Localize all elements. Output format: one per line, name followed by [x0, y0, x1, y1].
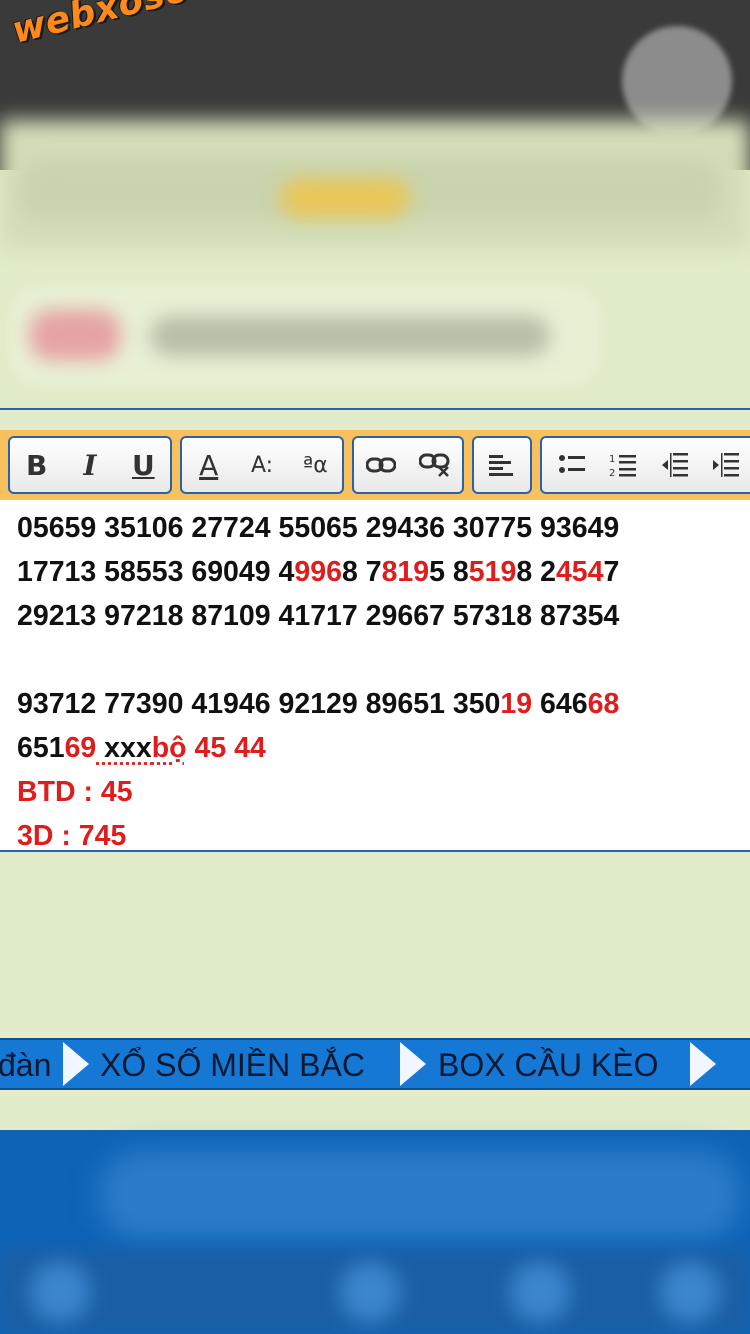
toolbar-group-text-style: B I U — [8, 436, 172, 494]
text-segment: 8 2 — [516, 556, 556, 588]
toolbar-group-align — [472, 436, 532, 494]
svg-text:2: 2 — [609, 468, 615, 478]
highlight-segment: 996 — [294, 556, 342, 588]
toolbar-group-link — [352, 436, 464, 494]
highlight-segment: 819 — [381, 556, 430, 588]
editor-line-5: 93712 77390 41946 92129 89651 35019 6466… — [17, 682, 750, 726]
chevron-right-icon — [63, 1042, 89, 1086]
editor-line-6: 65169 xxxbộ 45 44 — [17, 726, 750, 770]
spellcheck-segment: xxx — [96, 732, 152, 764]
indent-icon[interactable] — [704, 443, 748, 487]
editor-line-btd: BTD : 45 — [17, 776, 133, 808]
italic-icon[interactable]: I — [68, 443, 112, 487]
text-segment: 646 — [532, 688, 588, 720]
tab-icon[interactable] — [510, 1262, 570, 1322]
nav-item-xo-so-mien-bac[interactable]: XỔ SỐ MIỀN BẮC — [100, 1040, 365, 1088]
editor-border — [0, 408, 750, 410]
highlight-segment: 45 44 — [186, 732, 266, 764]
tab-icon[interactable] — [340, 1262, 400, 1322]
chevron-right-icon — [400, 1042, 426, 1086]
underline-icon[interactable]: U — [121, 443, 165, 487]
unlink-icon[interactable] — [413, 443, 457, 487]
chevron-right-icon — [690, 1042, 716, 1086]
blurred-label — [30, 310, 120, 360]
editor-line-3d: 3D : 745 — [17, 820, 127, 852]
toolbar-group-list: 12 — [540, 436, 750, 494]
text-segment: 5 8 — [429, 556, 469, 588]
highlight-segment: 454 — [555, 556, 604, 588]
editor-line-2: 17713 58553 69049 49968 78195 85198 2454… — [17, 550, 750, 594]
align-left-icon[interactable] — [480, 443, 524, 487]
nav-item-partial[interactable]: đàn — [0, 1040, 51, 1088]
editor-line-1: 05659 35106 27724 55065 29436 30775 9364… — [17, 512, 620, 544]
tab-icon[interactable] — [660, 1262, 720, 1322]
highlight-segment: 68 — [587, 688, 620, 720]
editor-blank-line — [17, 638, 750, 682]
font-color-icon[interactable]: A — [187, 443, 231, 487]
nav-item-box-cau-keo[interactable]: BOX CẦU KÈO — [438, 1040, 659, 1088]
svg-text:1: 1 — [609, 454, 615, 465]
font-face-icon[interactable]: ªα — [293, 443, 337, 487]
numbered-list-icon[interactable]: 12 — [601, 443, 645, 487]
text-segment: 93712 77390 41946 92129 89651 350 — [17, 688, 501, 720]
highlight-segment: 519 — [468, 556, 517, 588]
link-icon[interactable] — [359, 443, 403, 487]
bold-icon[interactable]: B — [15, 443, 59, 487]
outdent-icon[interactable] — [653, 443, 697, 487]
toolbar-group-font: A A: ªα — [180, 436, 344, 494]
blurred-username — [150, 316, 550, 356]
spellcheck-segment: bộ — [151, 732, 187, 764]
message-editor[interactable]: 05659 35106 27724 55065 29436 30775 9364… — [0, 500, 750, 852]
editor-line-3: 29213 97218 87109 41717 29667 57318 8735… — [17, 600, 620, 632]
blurred-footer-banner — [100, 1150, 740, 1240]
forum-nav-bar: đàn XỔ SỐ MIỀN BẮC BOX CẦU KÈO — [0, 1038, 750, 1090]
tab-icon[interactable] — [30, 1262, 90, 1322]
text-segment: 7 — [603, 556, 620, 588]
text-segment: 8 7 — [341, 556, 382, 588]
highlight-segment: 69 — [64, 732, 97, 764]
text-segment: 17713 58553 69049 4 — [17, 556, 295, 588]
bullet-list-icon[interactable] — [550, 443, 594, 487]
highlight-segment: 19 — [500, 688, 533, 720]
blurred-highlight — [280, 178, 410, 218]
font-size-icon[interactable]: A: — [240, 443, 284, 487]
text-segment: 651 — [17, 732, 65, 764]
